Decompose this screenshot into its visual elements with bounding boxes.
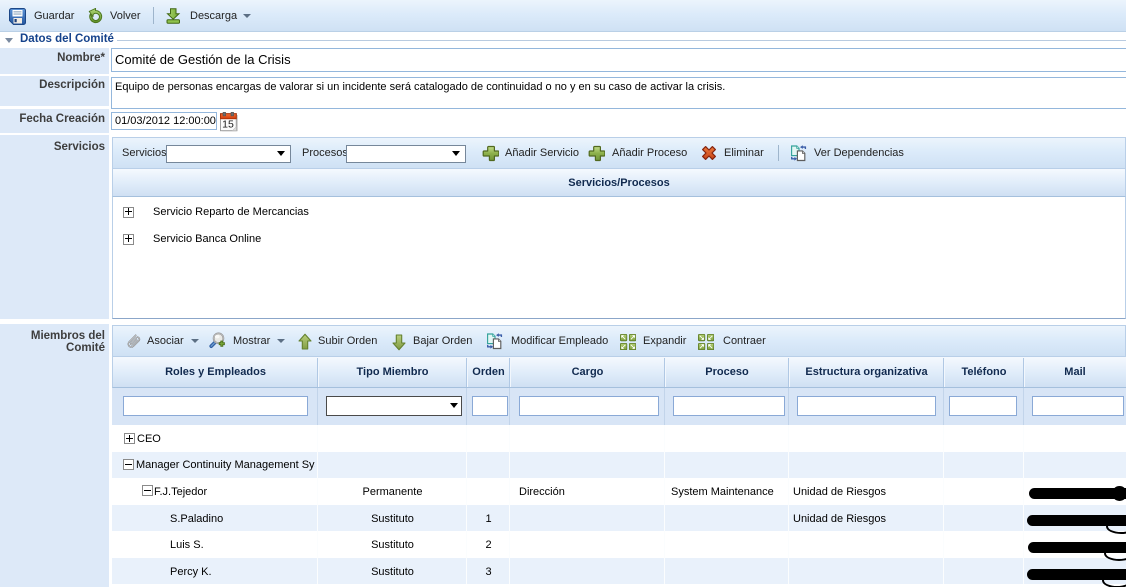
svg-text:15: 15 <box>222 119 234 131</box>
